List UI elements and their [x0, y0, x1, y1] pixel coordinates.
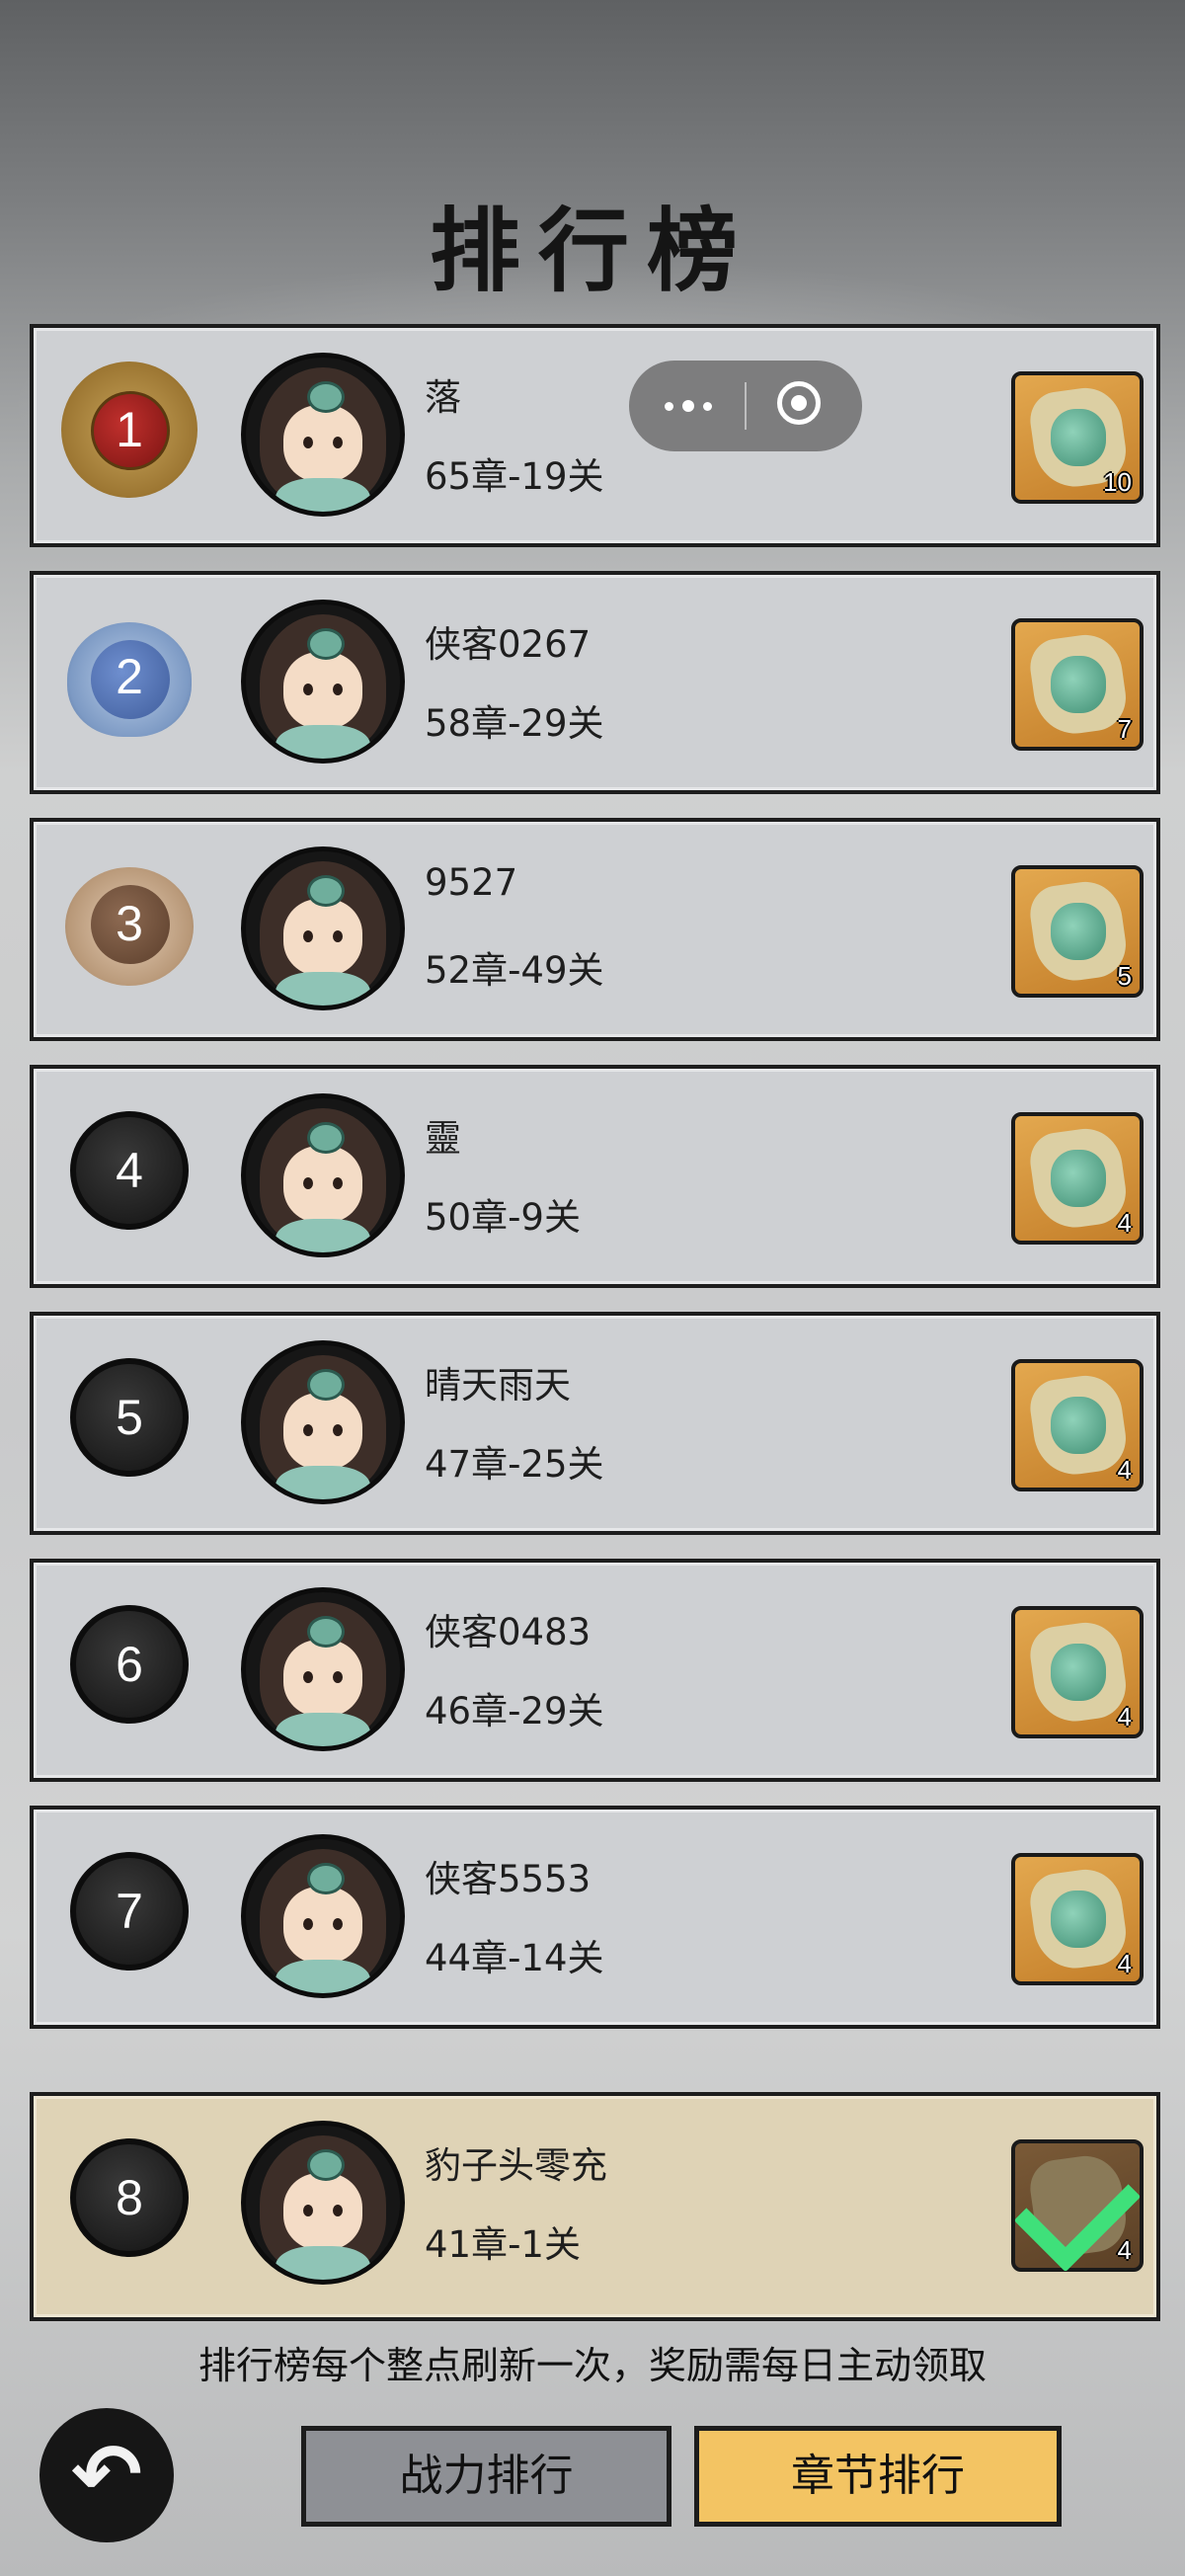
rank-number: 4 — [116, 1143, 143, 1198]
target-close-icon[interactable] — [746, 361, 862, 451]
more-dots-icon[interactable] — [629, 361, 746, 451]
rank-badge-plain: 5 — [55, 1343, 203, 1491]
chapter-progress: 65章-19关 — [425, 455, 604, 498]
rank-badge-gold: 1 — [55, 356, 203, 504]
avatar[interactable] — [241, 2121, 405, 2285]
reward-chest-button[interactable]: 4 — [1011, 1853, 1144, 1985]
reward-count: 5 — [1117, 961, 1132, 991]
player-name: 侠客0483 — [425, 1611, 592, 1653]
rank-number: 6 — [116, 1637, 143, 1692]
reward-count: 4 — [1117, 2235, 1132, 2265]
rank-badge-plain: 7 — [55, 1837, 203, 1985]
rank-number: 8 — [116, 2170, 143, 2225]
chapter-progress: 47章-25关 — [425, 1443, 604, 1486]
chapter-progress: 52章-49关 — [425, 949, 604, 992]
reward-count: 4 — [1117, 1949, 1132, 1978]
player-name: 侠客0267 — [425, 623, 592, 666]
refresh-notice: 排行榜每个整点刷新一次，奖励需每日主动领取 — [198, 2344, 987, 2387]
reward-count: 10 — [1103, 467, 1132, 497]
tab-chapter-ranking[interactable]: 章节排行 — [694, 2426, 1062, 2527]
avatar[interactable] — [241, 600, 405, 764]
reward-chest-button[interactable]: 4 — [1011, 1112, 1144, 1245]
rank-badge-silver: 2 — [55, 603, 203, 751]
reward-chest-button[interactable]: 5 — [1011, 865, 1144, 998]
rank-number: 2 — [116, 649, 143, 704]
reward-count: 4 — [1117, 1208, 1132, 1238]
back-arrow-icon: ↶ — [70, 2426, 143, 2525]
ranking-row[interactable]: 1 落 65章-19关 10 — [30, 324, 1160, 547]
chapter-progress: 41章-1关 — [425, 2223, 581, 2266]
avatar[interactable] — [241, 1340, 405, 1504]
chapter-progress: 46章-29关 — [425, 1690, 604, 1732]
back-button[interactable]: ↶ — [40, 2408, 174, 2542]
tab-power-ranking[interactable]: 战力排行 — [301, 2426, 672, 2527]
reward-chest-button[interactable]: 4 — [1011, 1606, 1144, 1738]
reward-count: 7 — [1117, 714, 1132, 744]
ranking-row[interactable]: 5 晴天雨天 47章-25关 4 — [30, 1312, 1160, 1535]
ranking-row[interactable]: 6 侠客0483 46章-29关 4 — [30, 1559, 1160, 1782]
rank-badge-plain: 8 — [55, 2124, 203, 2272]
player-name: 靈 — [425, 1117, 461, 1160]
avatar[interactable] — [241, 1093, 405, 1257]
reward-count: 4 — [1117, 1702, 1132, 1731]
rank-badge-bronze: 3 — [55, 849, 203, 998]
my-ranking-row[interactable]: 8 豹子头零充 41章-1关 4 — [30, 2092, 1160, 2321]
chapter-progress: 44章-14关 — [425, 1937, 604, 1979]
rank-badge-plain: 4 — [55, 1096, 203, 1245]
rank-number: 3 — [116, 896, 143, 951]
chapter-progress: 50章-9关 — [425, 1196, 581, 1239]
page-title: 排行榜 — [429, 198, 755, 304]
avatar[interactable] — [241, 1834, 405, 1998]
player-name: 落 — [425, 376, 461, 419]
reward-count: 4 — [1117, 1455, 1132, 1485]
player-name: 侠客5553 — [425, 1858, 592, 1900]
rank-number: 5 — [116, 1390, 143, 1445]
reward-chest-button[interactable]: 7 — [1011, 618, 1144, 751]
rank-number: 1 — [116, 402, 143, 457]
player-name: 9527 — [425, 861, 518, 904]
avatar[interactable] — [241, 846, 405, 1010]
player-name: 豹子头零充 — [425, 2144, 607, 2187]
player-name: 晴天雨天 — [425, 1364, 571, 1407]
reward-chest-button[interactable]: 10 — [1011, 371, 1144, 504]
reward-claimed-button[interactable]: 4 — [1011, 2139, 1144, 2273]
mini-program-capsule — [629, 361, 862, 451]
avatar[interactable] — [241, 1587, 405, 1751]
ranking-row[interactable]: 3 9527 52章-49关 5 — [30, 818, 1160, 1041]
ranking-row[interactable]: 2 侠客0267 58章-29关 7 — [30, 571, 1160, 794]
ranking-row[interactable]: 4 靈 50章-9关 4 — [30, 1065, 1160, 1288]
reward-chest-button[interactable]: 4 — [1011, 1359, 1144, 1491]
chapter-progress: 58章-29关 — [425, 702, 604, 745]
ranking-row[interactable]: 7 侠客5553 44章-14关 4 — [30, 1806, 1160, 2029]
rank-number: 7 — [116, 1884, 143, 1939]
rank-badge-plain: 6 — [55, 1590, 203, 1738]
avatar[interactable] — [241, 353, 405, 517]
